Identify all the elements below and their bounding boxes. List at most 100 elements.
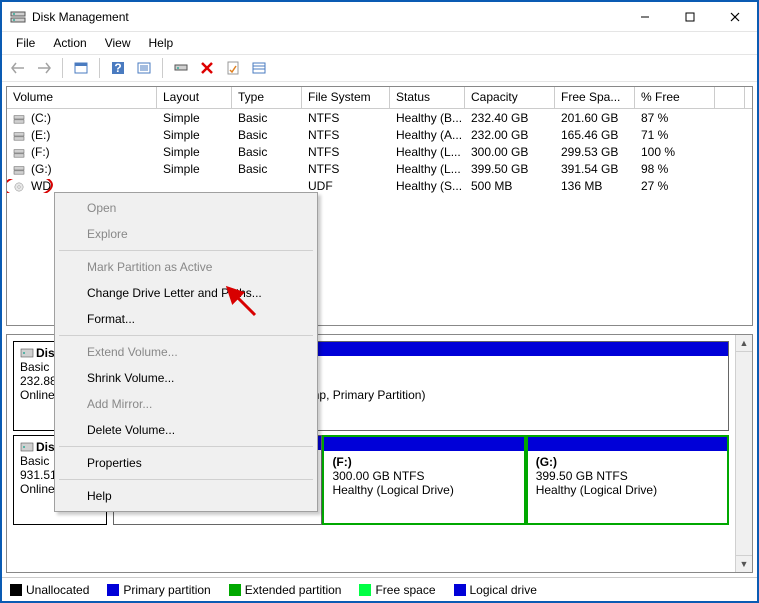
col-filesystem[interactable]: File System xyxy=(302,87,390,108)
delete-button[interactable] xyxy=(195,56,219,80)
legend-primary: Primary partition xyxy=(107,583,210,597)
maximize-button[interactable] xyxy=(667,2,712,32)
col-capacity[interactable]: Capacity xyxy=(465,87,555,108)
col-layout[interactable]: Layout xyxy=(157,87,232,108)
col-type[interactable]: Type xyxy=(232,87,302,108)
menu-file[interactable]: File xyxy=(8,34,43,52)
partition[interactable]: (F:)300.00 GB NTFSHealthy (Logical Drive… xyxy=(322,435,525,525)
volume-row[interactable]: (G:)SimpleBasicNTFSHealthy (L...399.50 G… xyxy=(7,160,752,177)
partition-health: Healthy (Logical Drive) xyxy=(536,483,657,497)
menu-action[interactable]: Action xyxy=(45,34,94,52)
minimize-button[interactable] xyxy=(622,2,667,32)
context-menu-item[interactable]: Help xyxy=(57,483,315,509)
title-bar: Disk Management xyxy=(2,2,757,32)
partition-letter: (F:) xyxy=(332,455,351,469)
volume-status: Healthy (S... xyxy=(390,179,465,193)
volume-status: Healthy (L... xyxy=(390,145,465,159)
drive-icon xyxy=(13,130,25,140)
drive-icon xyxy=(13,113,25,123)
volume-row[interactable]: (E:)SimpleBasicNTFSHealthy (A...232.00 G… xyxy=(7,126,752,143)
drive-icon xyxy=(13,181,25,191)
rescan-button[interactable] xyxy=(169,56,193,80)
volume-name: (F:) xyxy=(31,145,50,159)
context-menu-item[interactable]: Shrink Volume... xyxy=(57,365,315,391)
context-menu-item: Extend Volume... xyxy=(57,339,315,365)
forward-button[interactable] xyxy=(32,56,56,80)
list-button[interactable] xyxy=(247,56,271,80)
disk-type: Basic xyxy=(20,454,49,468)
volume-row[interactable]: (C:)SimpleBasicNTFSHealthy (B...232.40 G… xyxy=(7,109,752,126)
disk-status: Online xyxy=(20,482,55,496)
volume-layout: Simple xyxy=(157,145,232,159)
volume-name: (C:) xyxy=(31,111,51,125)
scroll-up-icon[interactable]: ▲ xyxy=(736,335,752,352)
partition-size: 300.00 GB NTFS xyxy=(332,469,424,483)
show-hide-button[interactable] xyxy=(69,56,93,80)
scroll-down-icon[interactable]: ▼ xyxy=(736,555,752,572)
close-button[interactable] xyxy=(712,2,757,32)
legend-logical: Logical drive xyxy=(454,583,537,597)
context-menu-item: Explore xyxy=(57,221,315,247)
context-menu-separator xyxy=(59,479,313,480)
col-volume[interactable]: Volume xyxy=(7,87,157,108)
col-spacer[interactable] xyxy=(715,87,745,108)
help-button[interactable]: ? xyxy=(106,56,130,80)
volume-pctfree: 98 % xyxy=(635,162,715,176)
volume-type: Basic xyxy=(232,145,302,159)
context-menu-separator xyxy=(59,335,313,336)
menu-view[interactable]: View xyxy=(97,34,139,52)
properties-button[interactable] xyxy=(221,56,245,80)
volume-freespace: 136 MB xyxy=(555,179,635,193)
volume-freespace: 299.53 GB xyxy=(555,145,635,159)
legend-unallocated: Unallocated xyxy=(10,583,89,597)
context-menu-separator xyxy=(59,250,313,251)
volume-status: Healthy (L... xyxy=(390,162,465,176)
volume-status: Healthy (B... xyxy=(390,111,465,125)
col-pctfree[interactable]: % Free xyxy=(635,87,715,108)
scrollbar[interactable]: ▲ ▼ xyxy=(735,335,752,572)
volume-layout: Simple xyxy=(157,162,232,176)
back-button[interactable] xyxy=(6,56,30,80)
disk-icon xyxy=(20,347,34,359)
menu-help[interactable]: Help xyxy=(141,34,182,52)
partition-letter: (G:) xyxy=(536,455,557,469)
volume-capacity: 232.00 GB xyxy=(465,128,555,142)
volume-layout: Simple xyxy=(157,111,232,125)
legend: Unallocated Primary partition Extended p… xyxy=(2,577,757,601)
volume-list-header: Volume Layout Type File System Status Ca… xyxy=(7,87,752,109)
volume-name: WD xyxy=(31,179,51,193)
volume-row[interactable]: (F:)SimpleBasicNTFSHealthy (L...300.00 G… xyxy=(7,143,752,160)
partition-header xyxy=(528,437,727,451)
disk-type: Basic xyxy=(20,360,49,374)
menu-bar: File Action View Help xyxy=(2,32,757,54)
window-title: Disk Management xyxy=(32,10,622,24)
volume-filesystem: NTFS xyxy=(302,162,390,176)
volume-status: Healthy (A... xyxy=(390,128,465,142)
toolbar: ? xyxy=(2,54,757,82)
volume-filesystem: NTFS xyxy=(302,111,390,125)
partition[interactable]: (G:)399.50 GB NTFSHealthy (Logical Drive… xyxy=(526,435,729,525)
legend-free: Free space xyxy=(359,583,435,597)
volume-name: (E:) xyxy=(31,128,50,142)
context-menu-item[interactable]: Delete Volume... xyxy=(57,417,315,443)
context-menu-item[interactable]: Change Drive Letter and Paths... xyxy=(57,280,315,306)
volume-type: Basic xyxy=(232,111,302,125)
col-freespace[interactable]: Free Spa... xyxy=(555,87,635,108)
volume-capacity: 300.00 GB xyxy=(465,145,555,159)
disk-status: Online xyxy=(20,388,55,402)
settings-button[interactable] xyxy=(132,56,156,80)
context-menu-item[interactable]: Properties xyxy=(57,450,315,476)
volume-type: Basic xyxy=(232,128,302,142)
disk-size: 232.88 xyxy=(20,374,57,388)
context-menu-item[interactable]: Format... xyxy=(57,306,315,332)
svg-text:?: ? xyxy=(114,61,121,75)
col-status[interactable]: Status xyxy=(390,87,465,108)
volume-freespace: 201.60 GB xyxy=(555,111,635,125)
volume-freespace: 391.54 GB xyxy=(555,162,635,176)
volume-pctfree: 87 % xyxy=(635,111,715,125)
context-menu-item: Open xyxy=(57,195,315,221)
legend-extended: Extended partition xyxy=(229,583,342,597)
volume-capacity: 399.50 GB xyxy=(465,162,555,176)
disk-icon xyxy=(20,441,34,453)
drive-icon xyxy=(13,164,25,174)
